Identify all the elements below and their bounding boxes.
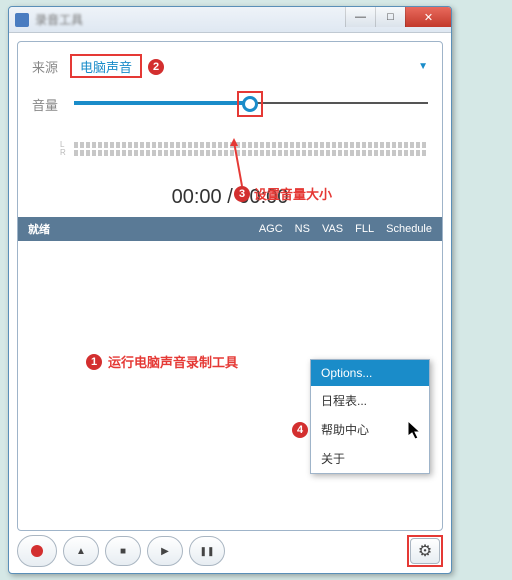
pause-icon: ❚❚	[199, 546, 214, 557]
status-ns[interactable]: NS	[295, 223, 310, 235]
level-ticks-left	[74, 142, 428, 148]
record-icon	[31, 545, 43, 557]
app-window: 录音工具 — □ ✕ 来源 电脑声音 2 ▼ 音量	[8, 6, 452, 574]
menu-help[interactable]: 帮助中心	[311, 415, 429, 444]
callout-3-number: 3	[234, 186, 250, 202]
volume-slider[interactable]	[74, 94, 428, 114]
window-buttons: — □ ✕	[345, 7, 451, 27]
slider-thumb[interactable]	[242, 96, 258, 112]
dropdown-arrow-icon[interactable]: ▼	[418, 61, 428, 72]
play-button[interactable]: ▶	[147, 536, 183, 566]
settings-button[interactable]: ⚙	[410, 538, 440, 564]
menu-about[interactable]: 关于	[311, 444, 429, 473]
callout-2: 2	[148, 57, 164, 75]
volume-label: 音量	[32, 95, 70, 114]
slider-fill	[74, 101, 244, 105]
stop-icon: ■	[120, 546, 126, 557]
transport-controls: ▲ ■ ▶ ❚❚ ⚙	[17, 533, 443, 569]
callout-4: 4	[292, 420, 308, 438]
pause-button[interactable]: ❚❚	[189, 536, 225, 566]
menu-schedule[interactable]: 日程表...	[311, 386, 429, 415]
settings-wrap: ⚙	[407, 535, 443, 567]
window-title: 录音工具	[35, 11, 83, 28]
maximize-button[interactable]: □	[375, 7, 405, 27]
gear-icon: ⚙	[418, 541, 432, 561]
app-icon	[15, 13, 29, 27]
eject-icon: ▲	[76, 546, 86, 557]
settings-menu: Options... 日程表... 帮助中心 关于	[310, 359, 430, 474]
volume-row: 音量	[18, 78, 442, 114]
content-panel: 来源 电脑声音 2 ▼ 音量 L R	[17, 41, 443, 531]
level-ticks-right	[74, 150, 428, 156]
menu-options[interactable]: Options...	[311, 360, 429, 386]
play-icon: ▶	[161, 546, 169, 557]
stop-button[interactable]: ■	[105, 536, 141, 566]
callout-2-number: 2	[148, 59, 164, 75]
callout-4-number: 4	[292, 422, 308, 438]
status-schedule[interactable]: Schedule	[386, 223, 432, 235]
source-dropdown[interactable]: 电脑声音	[80, 57, 132, 76]
close-button[interactable]: ✕	[405, 7, 451, 27]
callout-4-highlight: ⚙	[407, 535, 443, 567]
status-agc[interactable]: AGC	[259, 223, 283, 235]
source-row: 来源 电脑声音 2 ▼	[18, 42, 442, 78]
level-meter: L R	[74, 142, 428, 160]
callout-3-arrow	[232, 138, 234, 186]
record-button[interactable]	[17, 535, 57, 567]
callout-2-highlight: 电脑声音	[70, 54, 142, 78]
eject-button[interactable]: ▲	[63, 536, 99, 566]
channel-right-label: R	[60, 149, 66, 157]
callout-3-highlight	[237, 91, 263, 117]
status-vas[interactable]: VAS	[322, 223, 343, 235]
minimize-button[interactable]: —	[345, 7, 375, 27]
callout-3: 3 设置音量大小	[234, 184, 332, 203]
status-toggles: AGC NS VAS FLL Schedule	[259, 223, 432, 235]
callout-1-text: 运行电脑声音录制工具	[108, 352, 238, 371]
callout-1: 1 运行电脑声音录制工具	[86, 352, 238, 371]
callout-1-number: 1	[86, 354, 102, 370]
callout-3-text: 设置音量大小	[254, 184, 332, 203]
status-ready: 就绪	[28, 221, 50, 237]
status-bar: 就绪 AGC NS VAS FLL Schedule	[18, 217, 442, 241]
source-label: 来源	[32, 57, 70, 76]
status-fll[interactable]: FLL	[355, 223, 374, 235]
titlebar[interactable]: 录音工具 — □ ✕	[9, 7, 451, 33]
